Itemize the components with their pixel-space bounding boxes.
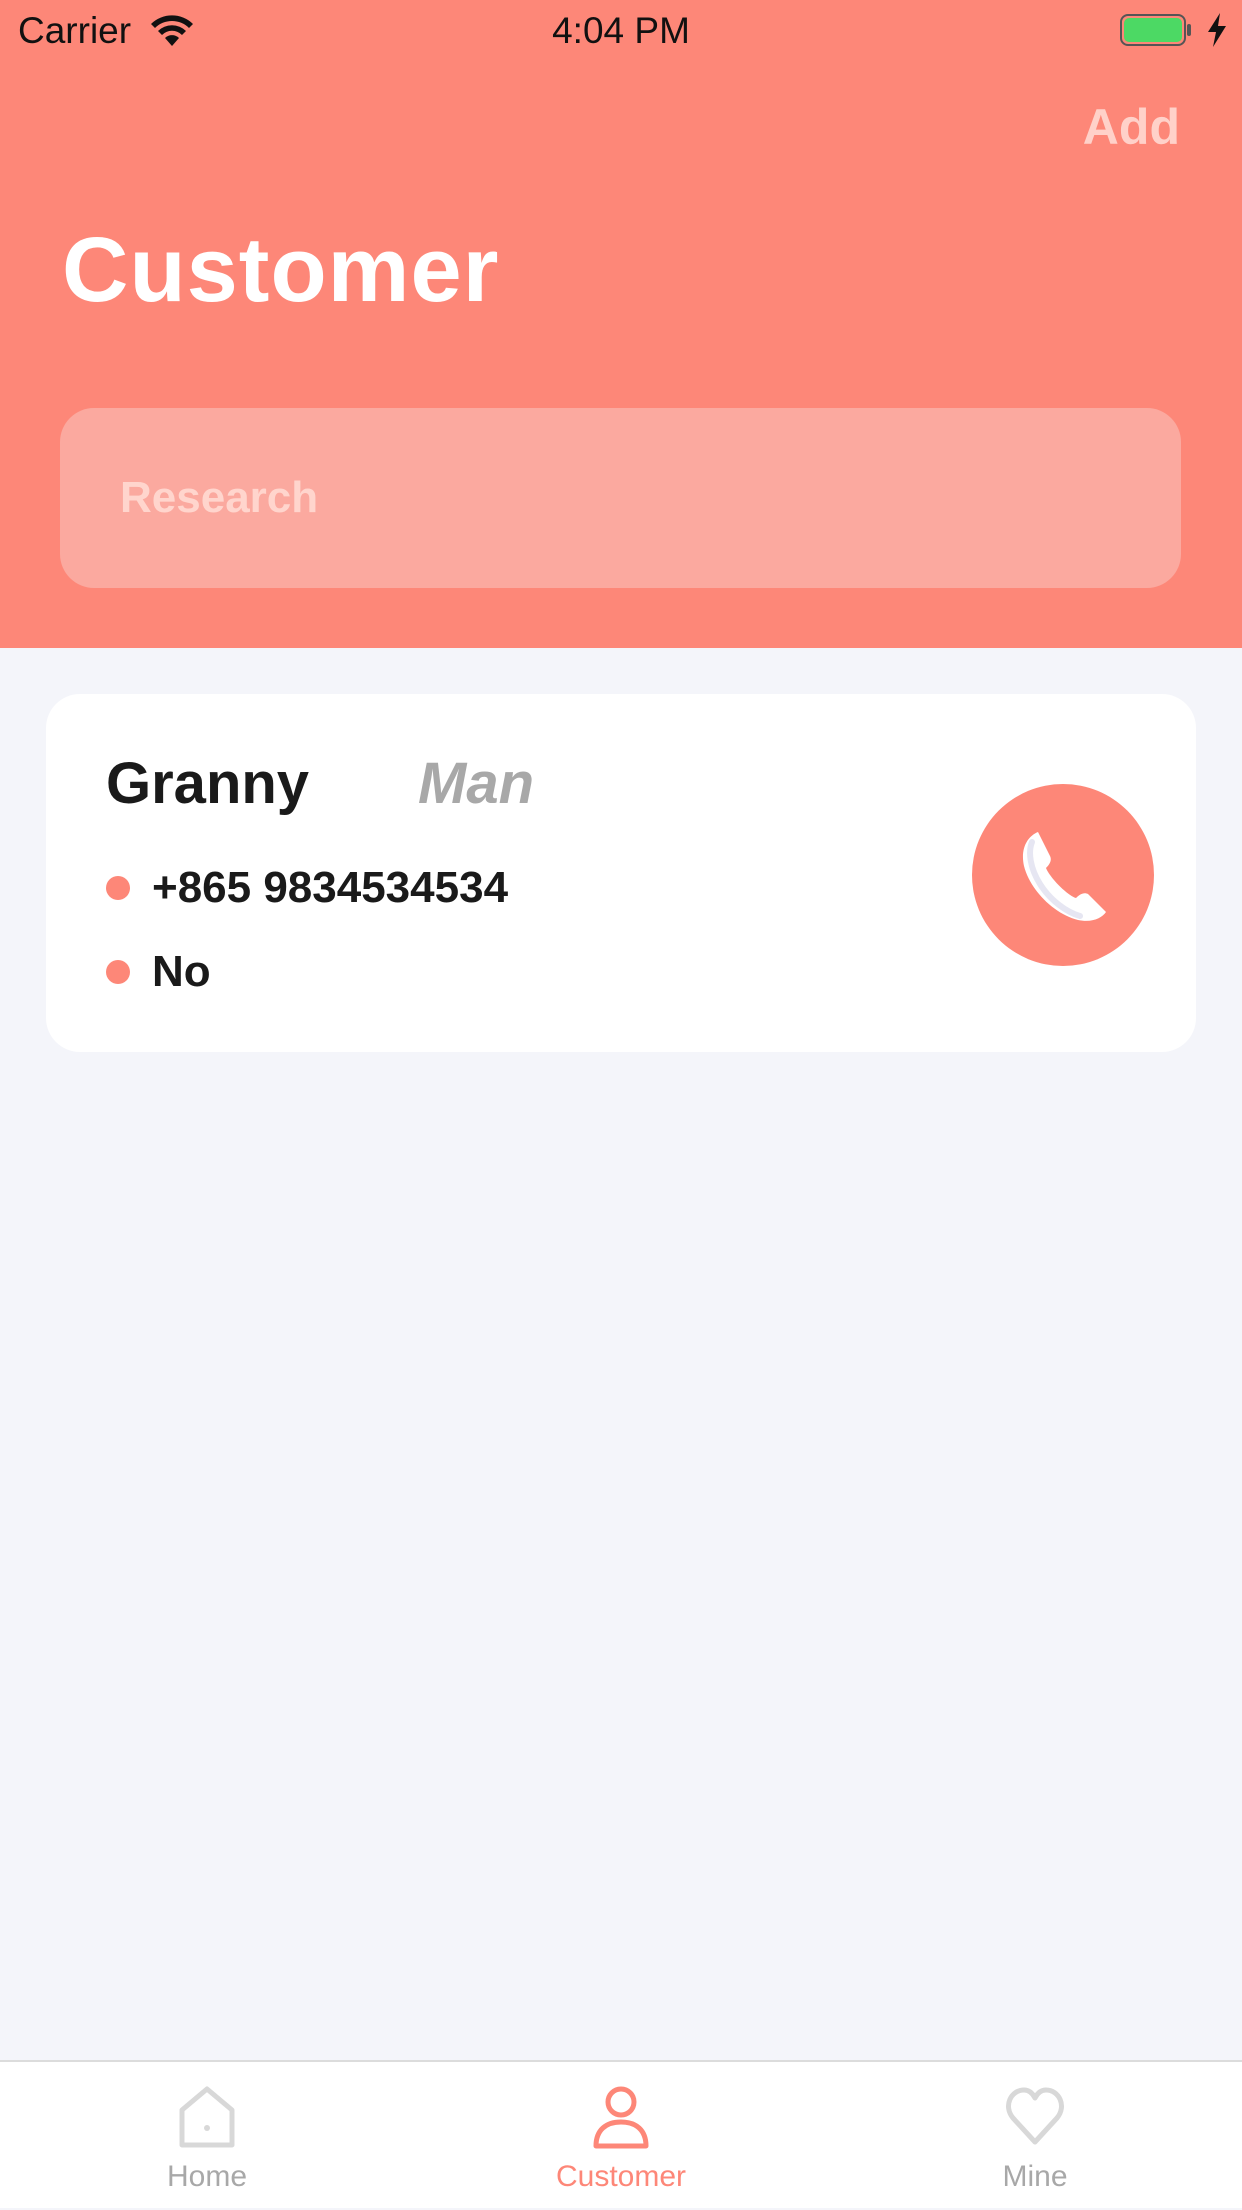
tab-customer[interactable]: Customer (414, 2062, 828, 2210)
tab-label: Home (166, 2160, 248, 2193)
person-icon (593, 2086, 649, 2149)
customer-name: Granny (106, 751, 310, 816)
customer-phone-row: +865 9834534534 (106, 858, 508, 918)
status-bar: Carrier 4:04 PM (0, 0, 1242, 62)
tab-label: Mine (1002, 2160, 1068, 2193)
clock: 4:04 PM (552, 10, 690, 51)
tab-bar: Home Customer Mine (0, 2060, 1242, 2208)
page-title: Customer (62, 219, 500, 321)
customer-note: No (152, 947, 211, 996)
battery-icon (1120, 14, 1191, 46)
search-box[interactable] (60, 408, 1181, 588)
charging-icon (1208, 13, 1226, 47)
tab-mine[interactable]: Mine (828, 2062, 1242, 2210)
header: Carrier 4:04 PM Add Customer (0, 0, 1242, 648)
tab-label: Customer (555, 2160, 687, 2193)
phone-icon (1022, 832, 1106, 921)
customer-phone: +865 9834534534 (152, 863, 509, 912)
customer-gender: Man (418, 751, 534, 816)
customer-note-row: No (106, 942, 211, 1002)
bullet-dot (106, 960, 130, 984)
heart-icon (1006, 2087, 1064, 2145)
home-icon (179, 2086, 235, 2148)
add-button[interactable]: Add (1083, 98, 1180, 156)
tab-home[interactable]: Home (0, 2062, 414, 2210)
bullet-dot (106, 876, 130, 900)
customer-card[interactable]: Granny Man +865 9834534534 No (46, 694, 1196, 1052)
search-input[interactable] (120, 408, 1181, 588)
call-button[interactable] (972, 784, 1154, 966)
